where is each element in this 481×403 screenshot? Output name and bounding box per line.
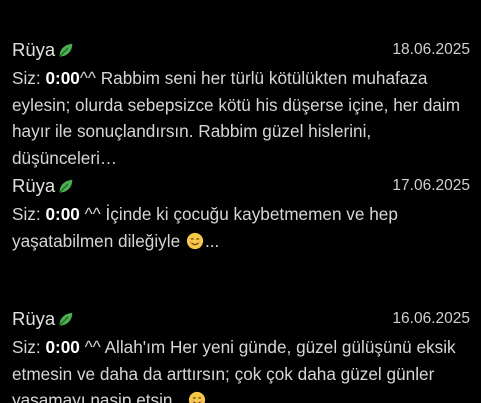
sender-prefix: Siz: (12, 204, 46, 224)
message-date: 18.06.2025 (392, 41, 470, 58)
list-item[interactable]: Rüya 18.06.2025 Siz: 0:00^^ Rabbim seni … (12, 35, 470, 171)
smiling-face-icon (186, 232, 204, 249)
sender-name: Rüya (12, 35, 74, 65)
message-header: Rüya 16.06.2025 (12, 304, 470, 334)
message-date: 16.06.2025 (392, 310, 470, 327)
sender-prefix: Siz: (12, 68, 46, 88)
message-time: 0:00 (45, 68, 80, 88)
message-time: 0:00 (45, 204, 80, 224)
leaf-icon (59, 43, 73, 57)
smiling-face-icon (188, 391, 205, 403)
message-list: Rüya 18.06.2025 Siz: 0:00^^ Rabbim seni … (0, 0, 481, 403)
message-header: Rüya 17.06.2025 (12, 171, 470, 201)
sender-name: Rüya (12, 171, 74, 201)
sender-prefix: Siz: (12, 337, 46, 357)
message-preview: Siz: 0:00 ^^ İçinde ki çocuğu kaybetmeme… (12, 201, 470, 254)
leaf-icon (59, 312, 73, 326)
message-text: ^^ Rabbim seni her türlü kötülükten muha… (12, 68, 461, 168)
message-date: 17.06.2025 (392, 177, 470, 194)
message-preview: Siz: 0:00 ^^ Allah'ım Her yeni günde, gü… (12, 334, 470, 403)
list-item[interactable]: Rüya 16.06.2025 Siz: 0:00 ^^ Allah'ım He… (12, 304, 470, 403)
list-item[interactable]: Rüya 17.06.2025 Siz: 0:00 ^^ İçinde ki ç… (12, 171, 470, 254)
leaf-icon (59, 179, 73, 193)
message-ellipsis: ... (204, 230, 220, 251)
message-header: Rüya 18.06.2025 (12, 35, 470, 65)
sender-name: Rüya (12, 304, 74, 334)
message-preview: Siz: 0:00^^ Rabbim seni her türlü kötülü… (12, 65, 470, 171)
message-time: 0:00 (45, 337, 80, 357)
